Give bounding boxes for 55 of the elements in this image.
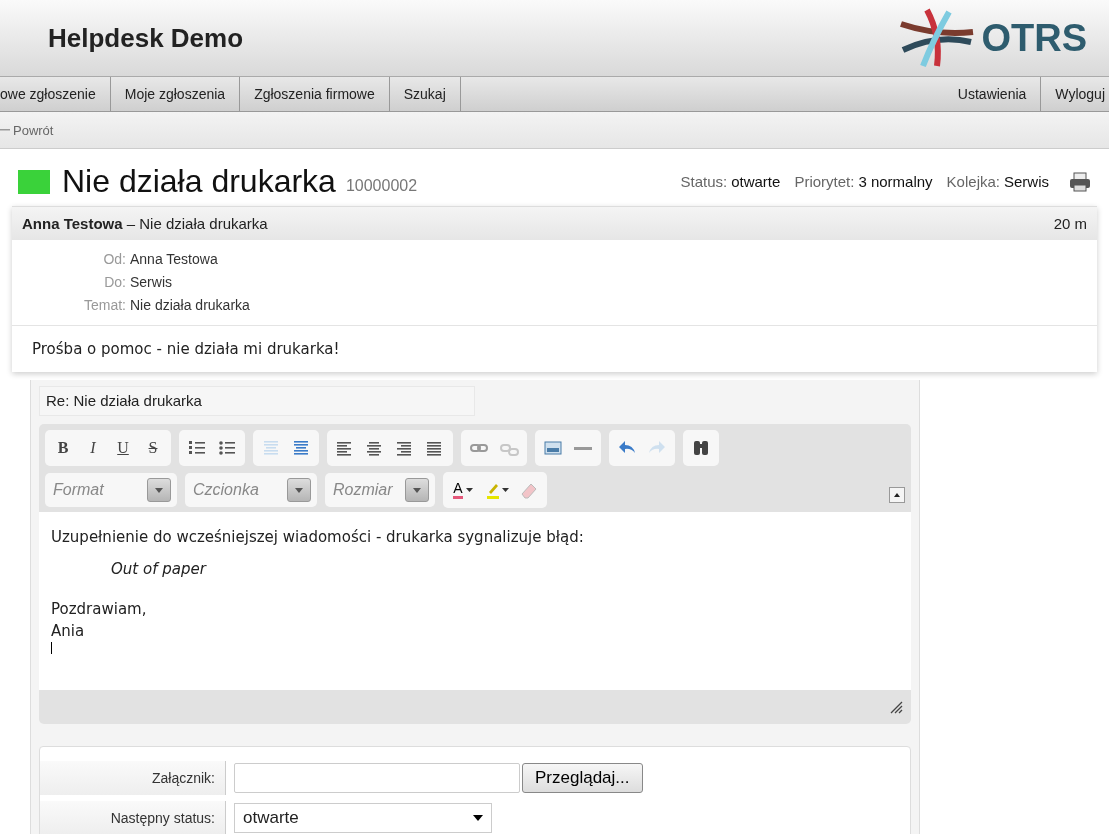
nav-item[interactable]: Ustawienia	[943, 77, 1042, 111]
binoculars-icon	[691, 438, 711, 458]
format-button[interactable]: U	[108, 432, 138, 464]
editor-quote: Out of paper	[110, 559, 208, 580]
dash-icon	[0, 128, 10, 132]
horizontal-line-icon	[573, 446, 593, 450]
app-title: Helpdesk Demo	[48, 22, 244, 54]
form-label: Następny status:	[40, 801, 226, 834]
message-editor[interactable]: Uzupełnienie do wcześniejszej wiadomości - drukarka sygnalizuje błąd: Out of paper Pozdrawiam, Ania	[39, 512, 911, 690]
article-heading[interactable]: Anna Testowa – Nie działa drukarka	[22, 215, 268, 232]
field-label: Do:	[103, 273, 126, 292]
meta-value: 3 normalny	[858, 173, 933, 190]
field-value: Nie działa drukarka	[130, 296, 250, 315]
field-label: Od:	[102, 250, 126, 269]
printer-icon[interactable]	[1069, 171, 1091, 192]
meta-value: otwarte	[731, 173, 781, 190]
field-value: Serwis	[130, 273, 172, 292]
field-value: Anna Testowa	[130, 250, 218, 269]
status-select[interactable]: otwarte	[234, 803, 492, 833]
bullet-list-icon	[217, 438, 237, 458]
subject-field[interactable]: Re: Nie działa drukarka	[39, 386, 475, 416]
meta-value: Serwis	[1004, 173, 1049, 190]
file-field[interactable]	[234, 763, 520, 793]
nav-item[interactable]: Szukaj	[389, 77, 461, 111]
priority-square	[18, 169, 50, 194]
article-age: 20 m	[1053, 215, 1087, 232]
outdent-icon	[261, 438, 281, 458]
format-button[interactable]: I	[78, 432, 108, 464]
dropdown-arrow-icon	[473, 815, 483, 821]
back-link[interactable]: Powrót	[0, 122, 54, 138]
editor-text: Uzupełnienie do wcześniejszej wiadomości - drukarka sygnalizuje błąd:	[51, 527, 585, 548]
form-label: Załącznik:	[40, 761, 226, 795]
nav-item[interactable]: Moje zgłoszenia	[110, 77, 241, 111]
caret-icon	[465, 488, 473, 492]
resize-grip-icon[interactable]	[889, 700, 903, 714]
field-label: Temat:	[83, 296, 126, 315]
format-button[interactable]: S	[138, 432, 168, 464]
up-arrow-icon	[894, 493, 900, 497]
ticket-number: 10000002	[345, 176, 418, 195]
meta-label: Status:	[680, 173, 728, 190]
nav-item[interactable]: Wyloguj	[1041, 77, 1109, 111]
collapse-toolbar-button[interactable]	[889, 487, 905, 503]
format-button[interactable]: B	[48, 432, 78, 464]
editor-text: Pozdrawiam,	[51, 599, 148, 620]
meta-label: Kolejka:	[946, 173, 1000, 190]
logo-text: OTRS	[981, 16, 1087, 60]
article-body: Prośba o pomoc - nie działa mi drukarka!	[32, 340, 340, 358]
meta-label: Priorytet:	[794, 173, 855, 190]
ticket-title: Nie działa drukarka	[62, 163, 336, 200]
image-icon	[543, 438, 563, 458]
nav-item[interactable]: Zgłoszenia firmowe	[240, 77, 390, 111]
browse-button[interactable]: Przeglądaj...	[522, 763, 643, 793]
indent-icon	[291, 438, 311, 458]
nav-item[interactable]: owe zgłoszenie	[0, 77, 111, 111]
editor-text: Ania	[51, 621, 86, 642]
